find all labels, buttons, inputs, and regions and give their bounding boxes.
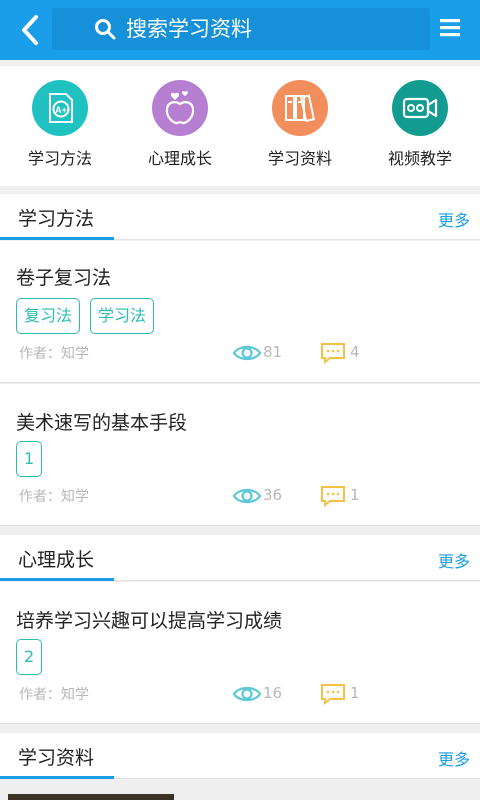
article-title: 卷子复习法 — [16, 267, 112, 289]
video-camera-icon — [402, 97, 438, 119]
eye-icon — [232, 686, 262, 702]
category-study-materials[interactable]: 学习资料 — [240, 66, 360, 186]
category-mental-growth[interactable]: 心理成长 — [120, 66, 240, 186]
search-icon — [95, 19, 116, 40]
search-placeholder: 搜索学习资料 — [126, 17, 252, 41]
category-video-teaching[interactable]: 视频教学 — [360, 66, 480, 186]
category-circle: A+ — [32, 80, 88, 136]
category-circle — [272, 80, 328, 136]
comment-count-value: 1 — [350, 486, 360, 504]
search-input[interactable]: 搜索学习资料 — [52, 8, 430, 50]
chevron-left-icon — [22, 15, 38, 45]
comment-count-value: 1 — [350, 684, 360, 702]
article-author: 作者：知学 — [19, 687, 89, 703]
more-link[interactable]: 更多 — [438, 548, 470, 572]
grade-paper-icon: A+ — [49, 93, 73, 123]
section-title: 学习方法 — [18, 208, 95, 230]
category-grid: A+ 学习方法 心理成长 学习资料 视频教学 — [0, 66, 480, 186]
tag[interactable]: 1 — [16, 441, 43, 477]
article-author: 作者：知学 — [19, 346, 89, 362]
article-card[interactable]: 培养学习兴趣可以提高学习成绩 2 作者：知学 16 1 — [0, 582, 480, 724]
category-circle — [392, 80, 448, 136]
menu-button[interactable] — [438, 16, 464, 42]
category-study-method[interactable]: A+ 学习方法 — [0, 66, 120, 186]
article-card[interactable]: 卷子复习法 复习法 学习法 作者：知学 81 4 — [0, 241, 480, 383]
comment-icon — [321, 343, 345, 364]
tag[interactable]: 2 — [16, 639, 43, 675]
category-label: 学习资料 — [267, 149, 332, 168]
svg-text:A+: A+ — [55, 105, 67, 115]
category-circle — [152, 80, 208, 136]
hamburger-menu-icon — [440, 19, 460, 37]
tag-list: 1 — [16, 441, 52, 477]
more-link[interactable]: 更多 — [438, 746, 470, 770]
category-label: 学习方法 — [27, 149, 92, 168]
view-count-value: 16 — [263, 684, 283, 702]
section-header-mental-growth: 心理成长 更多 — [0, 535, 480, 581]
comment-icon — [321, 486, 345, 507]
more-link[interactable]: 更多 — [438, 207, 470, 231]
section-title: 学习资料 — [18, 747, 95, 769]
section-title: 心理成长 — [18, 549, 95, 571]
binders-icon — [285, 94, 316, 123]
tag[interactable]: 复习法 — [16, 298, 81, 334]
eye-icon — [232, 488, 262, 504]
eye-icon — [232, 345, 262, 361]
apple-heart-icon — [165, 91, 195, 125]
comment-count-value: 4 — [350, 343, 360, 361]
section-header-study-materials: 学习资料 更多 — [0, 733, 480, 779]
section-underline — [0, 578, 114, 581]
top-bar: 搜索学习资料 — [0, 0, 480, 60]
view-count-value: 36 — [263, 486, 283, 504]
section-underline — [0, 237, 114, 240]
article-title: 培养学习兴趣可以提高学习成绩 — [16, 610, 283, 632]
category-label: 视频教学 — [387, 149, 452, 168]
article-title: 美术速写的基本手段 — [16, 412, 188, 434]
article-thumbnail[interactable] — [8, 794, 174, 800]
tag-list: 复习法 学习法 — [16, 298, 164, 334]
view-count-value: 81 — [263, 343, 283, 361]
back-button[interactable] — [14, 12, 50, 48]
tag[interactable]: 学习法 — [90, 298, 155, 334]
article-author: 作者：知学 — [19, 489, 89, 505]
category-label: 心理成长 — [147, 149, 212, 168]
article-card[interactable]: 美术速写的基本手段 1 作者：知学 36 1 — [0, 384, 480, 526]
comment-icon — [321, 684, 345, 705]
section-header-study-method: 学习方法 更多 — [0, 194, 480, 240]
tag-list: 2 — [16, 639, 52, 675]
section-underline — [0, 776, 114, 779]
